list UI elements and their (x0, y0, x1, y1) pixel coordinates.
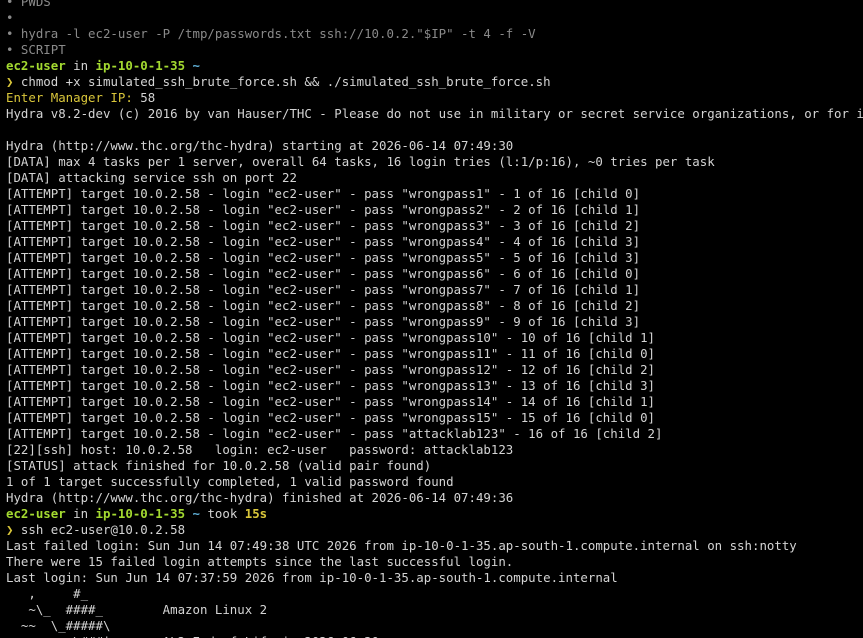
terminal-text-out: [STATUS] attack finished for 10.0.2.58 (… (6, 458, 432, 473)
terminal-text-out: [ATTEMPT] target 10.0.2.58 - login "ec2-… (6, 426, 663, 441)
terminal-line: [STATUS] attack finished for 10.0.2.58 (… (6, 458, 863, 474)
terminal-text-bullet: • PWDS (6, 0, 51, 9)
terminal-text-user: ec2-user (6, 506, 66, 521)
terminal-line: 1 of 1 target successfully completed, 1 … (6, 474, 863, 490)
terminal-text-out: [ATTEMPT] target 10.0.2.58 - login "ec2-… (6, 282, 641, 297)
terminal-text-out: [ATTEMPT] target 10.0.2.58 - login "ec2-… (6, 330, 656, 345)
terminal-text-out: ~~ \###| AL2 End of Life is 2026-06-30. (6, 634, 387, 638)
terminal-text-out: [ATTEMPT] target 10.0.2.58 - login "ec2-… (6, 266, 641, 281)
terminal-line: • hydra -l ec2-user -P /tmp/passwords.tx… (6, 26, 863, 42)
terminal-text-out: [ATTEMPT] target 10.0.2.58 - login "ec2-… (6, 314, 641, 329)
terminal-line: [ATTEMPT] target 10.0.2.58 - login "ec2-… (6, 186, 863, 202)
terminal-text-out: [ATTEMPT] target 10.0.2.58 - login "ec2-… (6, 234, 641, 249)
terminal-line: Hydra v8.2-dev (c) 2016 by van Hauser/TH… (6, 106, 863, 122)
terminal-window[interactable]: • PWDS • • hydra -l ec2-user -P /tmp/passw… (0, 0, 863, 638)
terminal-line: [ATTEMPT] target 10.0.2.58 - login "ec2-… (6, 266, 863, 282)
terminal-text-took: took (199, 506, 245, 521)
terminal-text-out: [ATTEMPT] target 10.0.2.58 - login "ec2-… (6, 410, 656, 425)
terminal-line: Enter Manager IP: 58 (6, 90, 863, 106)
terminal-line: [ATTEMPT] target 10.0.2.58 - login "ec2-… (6, 362, 863, 378)
terminal-text-bullet: • hydra -l ec2-user -P /tmp/passwords.tx… (6, 26, 536, 41)
terminal-line: [ATTEMPT] target 10.0.2.58 - login "ec2-… (6, 282, 863, 298)
terminal-text-out: [22][ssh] host: 10.0.2.58 login: ec2-use… (6, 442, 514, 457)
terminal-text-bullet: • SCRIPT (6, 42, 66, 57)
terminal-text-out: [ATTEMPT] target 10.0.2.58 - login "ec2-… (6, 298, 641, 313)
terminal-text-out: [ATTEMPT] target 10.0.2.58 - login "ec2-… (6, 346, 656, 361)
terminal-text-out: Hydra (http://www.thc.org/thc-hydra) fin… (6, 490, 514, 505)
terminal-line: ec2-user in ip-10-0-1-35 ~ took 15s (6, 506, 863, 522)
terminal-line: Hydra (http://www.thc.org/thc-hydra) sta… (6, 138, 863, 154)
terminal-output: • PWDS • • hydra -l ec2-user -P /tmp/passw… (6, 0, 863, 638)
terminal-text-out: , #_ (6, 586, 89, 601)
terminal-line: [DATA] attacking service ssh on port 22 (6, 170, 863, 186)
terminal-line: ~\_ ####_ Amazon Linux 2 (6, 602, 863, 618)
terminal-line: Last failed login: Sun Jun 14 07:49:38 U… (6, 538, 863, 554)
terminal-text-dur: 15s (244, 506, 268, 521)
terminal-text-out: 1 of 1 target successfully completed, 1 … (6, 474, 454, 489)
terminal-text-in: in (65, 506, 96, 521)
terminal-text-tilde: ~ (185, 58, 200, 73)
terminal-text-prompt: ❯ (6, 522, 21, 537)
terminal-line: ~~ \###| AL2 End of Life is 2026-06-30. (6, 634, 863, 638)
terminal-text-user: ec2-user (6, 58, 66, 73)
terminal-text-out: ~~ \_#####\ (6, 618, 111, 633)
terminal-line: [ATTEMPT] target 10.0.2.58 - login "ec2-… (6, 394, 863, 410)
terminal-text-out: [ATTEMPT] target 10.0.2.58 - login "ec2-… (6, 218, 641, 233)
terminal-line: ❯ chmod +x simulated_ssh_brute_force.sh … (6, 74, 863, 90)
terminal-text-prompt: ❯ (6, 74, 21, 89)
terminal-line: ❯ ssh ec2-user@10.0.2.58 (6, 522, 863, 538)
terminal-line: Hydra (http://www.thc.org/thc-hydra) fin… (6, 490, 863, 506)
terminal-line: [ATTEMPT] target 10.0.2.58 - login "ec2-… (6, 378, 863, 394)
terminal-text-out: [ATTEMPT] target 10.0.2.58 - login "ec2-… (6, 202, 641, 217)
terminal-text-out: Hydra (http://www.thc.org/thc-hydra) sta… (6, 138, 514, 153)
terminal-line: [ATTEMPT] target 10.0.2.58 - login "ec2-… (6, 410, 863, 426)
terminal-line: Last login: Sun Jun 14 07:37:59 2026 fro… (6, 570, 863, 586)
terminal-text-out: Last login: Sun Jun 14 07:37:59 2026 fro… (6, 570, 618, 585)
terminal-text-out: [DATA] attacking service ssh on port 22 (6, 170, 297, 185)
terminal-text-out: [ATTEMPT] target 10.0.2.58 - login "ec2-… (6, 394, 656, 409)
terminal-text-cmd: ssh ec2-user@10.0.2.58 (20, 522, 186, 537)
terminal-text-out: [ATTEMPT] target 10.0.2.58 - login "ec2-… (6, 186, 641, 201)
terminal-text-out: There were 15 failed login attempts sinc… (6, 554, 514, 569)
terminal-text-host: ip-10-0-1-35 (95, 58, 186, 73)
terminal-text-out: Last failed login: Sun Jun 14 07:49:38 U… (6, 538, 797, 553)
terminal-line: • PWDS (6, 0, 863, 10)
terminal-text-out: [ATTEMPT] target 10.0.2.58 - login "ec2-… (6, 250, 641, 265)
terminal-text-out: [DATA] max 4 tasks per 1 server, overall… (6, 154, 715, 169)
terminal-text-out: ~\_ ####_ Amazon Linux 2 (6, 602, 268, 617)
terminal-line: [ATTEMPT] target 10.0.2.58 - login "ec2-… (6, 234, 863, 250)
terminal-text-out: [ATTEMPT] target 10.0.2.58 - login "ec2-… (6, 362, 656, 377)
terminal-text-ask: Enter Manager IP: (6, 90, 133, 105)
terminal-text-out: [ATTEMPT] target 10.0.2.58 - login "ec2-… (6, 378, 656, 393)
terminal-line: [DATA] max 4 tasks per 1 server, overall… (6, 154, 863, 170)
terminal-line: [ATTEMPT] target 10.0.2.58 - login "ec2-… (6, 202, 863, 218)
terminal-line: There were 15 failed login attempts sinc… (6, 554, 863, 570)
terminal-line: [22][ssh] host: 10.0.2.58 login: ec2-use… (6, 442, 863, 458)
terminal-line: [ATTEMPT] target 10.0.2.58 - login "ec2-… (6, 250, 863, 266)
terminal-text-out: Hydra v8.2-dev (c) 2016 by van Hauser/TH… (6, 106, 863, 121)
terminal-text-in: in (65, 58, 96, 73)
terminal-line: • (6, 10, 863, 26)
terminal-line: [ATTEMPT] target 10.0.2.58 - login "ec2-… (6, 218, 863, 234)
terminal-line: [ATTEMPT] target 10.0.2.58 - login "ec2-… (6, 314, 863, 330)
terminal-line: • SCRIPT (6, 42, 863, 58)
terminal-text-host: ip-10-0-1-35 (95, 506, 186, 521)
terminal-text-cmd: chmod +x simulated_ssh_brute_force.sh &&… (20, 74, 551, 89)
terminal-line: , #_ (6, 586, 863, 602)
terminal-line: [ATTEMPT] target 10.0.2.58 - login "ec2-… (6, 346, 863, 362)
terminal-line: [ATTEMPT] target 10.0.2.58 - login "ec2-… (6, 330, 863, 346)
terminal-line: [ATTEMPT] target 10.0.2.58 - login "ec2-… (6, 426, 863, 442)
terminal-line: ~~ \_#####\ (6, 618, 863, 634)
terminal-text-bullet: • (6, 10, 14, 25)
terminal-text-tilde: ~ (185, 506, 200, 521)
terminal-line: [ATTEMPT] target 10.0.2.58 - login "ec2-… (6, 298, 863, 314)
terminal-line: ec2-user in ip-10-0-1-35 ~ (6, 58, 863, 74)
terminal-text-out: 58 (132, 90, 156, 105)
